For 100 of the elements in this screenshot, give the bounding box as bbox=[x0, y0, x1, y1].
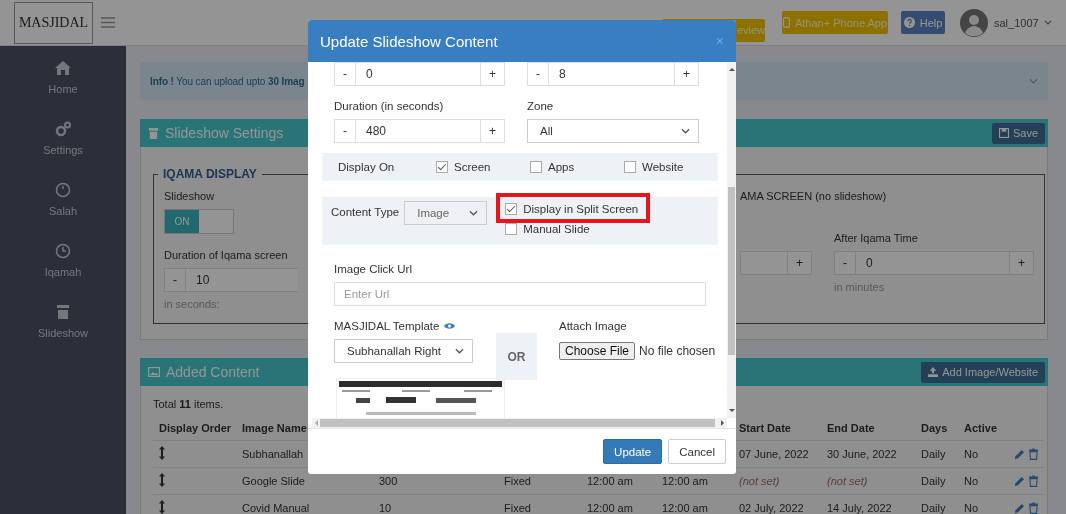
stack-icon bbox=[148, 127, 159, 139]
table-cell-text: 10 bbox=[378, 502, 393, 514]
file-status: No file chosen bbox=[639, 344, 716, 358]
drag-handle-icon bbox=[159, 473, 165, 487]
clock-icon bbox=[55, 243, 71, 259]
checkbox-label[interactable]: Manual Slide bbox=[523, 223, 590, 235]
checkbox-label[interactable]: Screen bbox=[454, 161, 491, 173]
checkbox-label[interactable]: Apps bbox=[548, 161, 575, 173]
checkbox[interactable] bbox=[505, 223, 518, 235]
logo: MASJIDAL bbox=[14, 1, 93, 44]
mobile-phone-icon bbox=[782, 17, 790, 28]
number-field[interactable]: 0 bbox=[356, 62, 480, 86]
table-cell-text: No bbox=[963, 502, 980, 514]
table-cell-text: Daily bbox=[920, 502, 947, 514]
plus-button[interactable]: + bbox=[787, 251, 812, 275]
column-header[interactable]: Days bbox=[915, 422, 958, 434]
checkbox[interactable] bbox=[530, 161, 542, 173]
edit-icon bbox=[1014, 475, 1025, 487]
url-field[interactable]: Enter Url bbox=[334, 282, 706, 306]
plus-button[interactable]: + bbox=[480, 62, 505, 86]
field-label: Slideshow bbox=[164, 189, 216, 203]
column-header[interactable]: End Date bbox=[821, 422, 915, 434]
eye-icon bbox=[444, 322, 456, 330]
section-legend: IQAMA DISPLAY bbox=[158, 167, 262, 181]
sidebar-item[interactable]: Salah bbox=[48, 205, 78, 217]
table-cell-text: No bbox=[963, 475, 980, 487]
menu-icon bbox=[101, 17, 115, 28]
drag-handle-icon bbox=[159, 500, 165, 514]
home-icon bbox=[55, 60, 71, 76]
plus-button[interactable]: + bbox=[480, 119, 505, 143]
chevron-down-icon bbox=[455, 348, 464, 354]
cancel-button[interactable]: Cancel bbox=[668, 439, 726, 464]
column-header[interactable]: Active bbox=[958, 422, 1008, 434]
table-cell-text: No bbox=[963, 448, 980, 460]
sidebar-item[interactable]: Home bbox=[48, 83, 78, 95]
table-cell-text: 02 July, 2022 bbox=[738, 502, 805, 514]
panel-title: Added Content bbox=[166, 364, 260, 380]
add-button[interactable]: Add Image/Website bbox=[921, 361, 1045, 383]
minus-button[interactable]: - bbox=[334, 62, 356, 86]
checkbox[interactable] bbox=[436, 161, 448, 173]
table-cell-text: 07 June, 2022 bbox=[738, 448, 810, 460]
edit-icon bbox=[1014, 448, 1025, 460]
option-label: AMA SCREEN (no slideshow) bbox=[740, 189, 888, 203]
table-cell-text: Fixed bbox=[503, 502, 532, 514]
table-cell-text: Google Slide bbox=[241, 475, 306, 487]
checkbox[interactable] bbox=[624, 161, 636, 173]
template-select[interactable]: Subhanallah Right bbox=[334, 339, 473, 363]
minus-button[interactable]: - bbox=[164, 268, 186, 292]
chevron-down-icon bbox=[469, 210, 479, 216]
sidebar-item[interactable]: Iqamah bbox=[44, 266, 82, 278]
field-label: Duration (in seconds) bbox=[334, 99, 445, 113]
table-cell-text: Daily bbox=[920, 448, 947, 460]
checkbox-label[interactable]: Display in Split Screen bbox=[523, 203, 639, 215]
plus-button[interactable]: + bbox=[674, 62, 699, 86]
number-field[interactable]: 480 bbox=[356, 119, 480, 143]
field-label: MASJIDAL Template bbox=[334, 319, 440, 333]
table-cell-text: 12:00 am bbox=[661, 502, 709, 514]
minus-button[interactable]: - bbox=[334, 119, 356, 143]
table-cell-text: (not set) bbox=[826, 475, 869, 487]
table-cell-text: 30 June, 2022 bbox=[826, 448, 898, 460]
field-label: Display On bbox=[338, 161, 396, 173]
vertical-scrollbar[interactable] bbox=[727, 62, 736, 418]
field-label: Attach Image bbox=[559, 319, 628, 333]
question-icon bbox=[903, 17, 915, 28]
field-label: Content Type bbox=[331, 206, 400, 218]
table-cell-text: Subhanallah bbox=[241, 448, 305, 460]
minus-button[interactable]: - bbox=[527, 62, 549, 86]
avatar-icon bbox=[960, 8, 988, 37]
sidebar-item[interactable]: Slideshow bbox=[37, 327, 89, 339]
table-cell-text: 14 July, 2022 bbox=[826, 502, 893, 514]
save-button[interactable]: Save bbox=[991, 122, 1045, 144]
user-name[interactable]: sal_1007 bbox=[994, 16, 1038, 29]
zone-select[interactable]: All bbox=[527, 119, 699, 143]
checkbox-label[interactable]: Website bbox=[642, 161, 684, 173]
help-button[interactable]: Help bbox=[901, 11, 945, 34]
stack-icon bbox=[55, 304, 71, 320]
chevron-down-icon bbox=[681, 128, 690, 134]
circle-icon bbox=[55, 182, 71, 198]
table-cell-text: 12:00 am bbox=[661, 475, 709, 487]
item-count: Total 11 items. bbox=[153, 398, 225, 410]
content-type-select[interactable]: Image bbox=[404, 201, 488, 225]
column-header[interactable]: Display Order bbox=[153, 422, 238, 434]
trash-icon bbox=[1029, 448, 1038, 460]
minus-button[interactable]: - bbox=[834, 251, 856, 275]
checkbox[interactable] bbox=[505, 203, 518, 215]
image-icon bbox=[148, 367, 160, 377]
table-cell-text: (not set) bbox=[738, 475, 781, 487]
trash-icon bbox=[1029, 502, 1038, 514]
table-cell-text: Fixed bbox=[503, 475, 532, 487]
number-field[interactable]: 8 bbox=[549, 62, 674, 86]
number-field[interactable]: 0 bbox=[856, 251, 1009, 275]
field-label: Duration of Iqama screen bbox=[164, 248, 289, 262]
update-button[interactable]: Update bbox=[603, 439, 663, 464]
horizontal-scrollbar[interactable] bbox=[312, 418, 727, 428]
plus-button[interactable]: + bbox=[1009, 251, 1034, 275]
number-field[interactable]: 10 bbox=[186, 268, 298, 292]
upload-icon bbox=[928, 367, 939, 377]
choose-file-button[interactable]: Choose File bbox=[559, 342, 636, 360]
sidebar-item[interactable]: Settings bbox=[43, 144, 83, 156]
field-label: After Iqama Time bbox=[834, 231, 919, 245]
